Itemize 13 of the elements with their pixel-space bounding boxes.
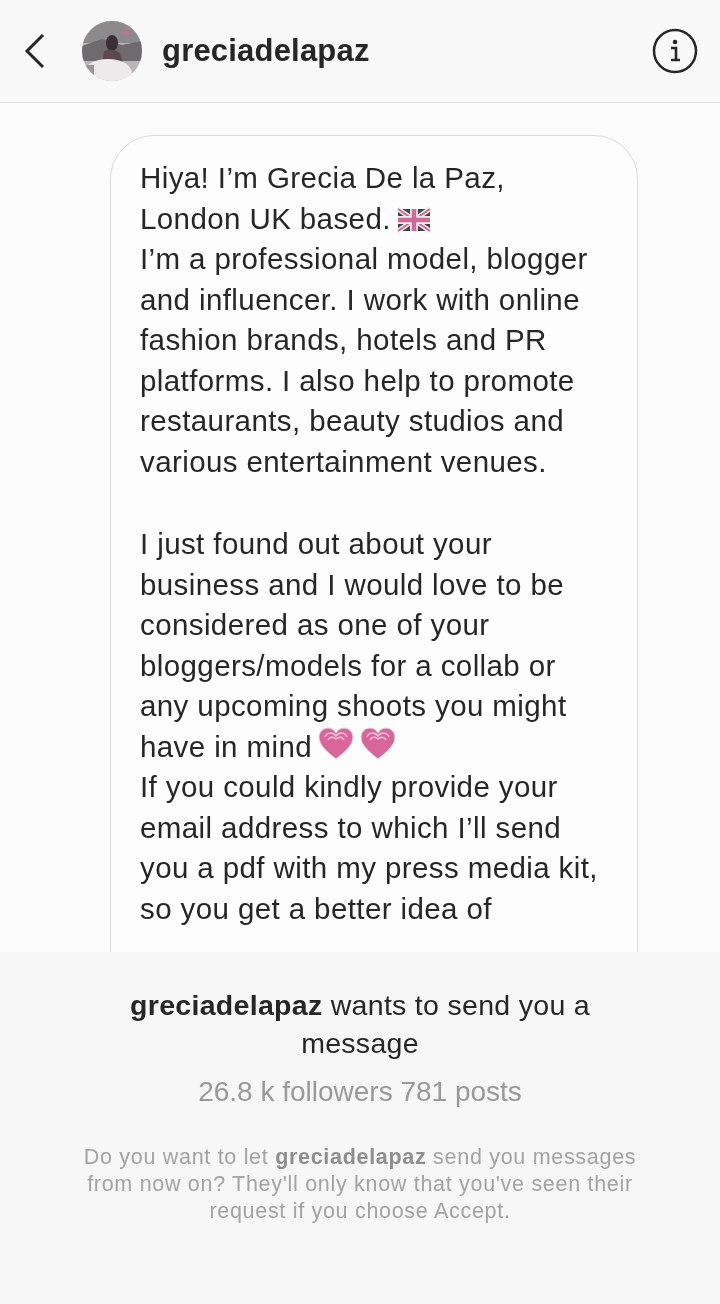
profile-stats: 26.8 k followers 781 posts [198, 1076, 522, 1108]
heart-icon [360, 726, 397, 761]
info-icon[interactable] [652, 28, 698, 74]
back-icon[interactable] [24, 33, 46, 69]
message-text: Hiya! I’m Grecia De la Paz, London UK based. [140, 160, 506, 237]
message-text: I’m a professional model, blogger and influencer. I work with online fashion brands, hotels and PR platforms. I also help to promote restaurants, beauty studios and various entertainment venues. [140, 241, 589, 480]
heart-icon [318, 726, 355, 761]
request-title: greciadelapaz wants to send you a message [129, 988, 591, 1061]
message-text: If you could kindly provide your email address to which I’ll send you a pdf with my press media kit, so you get a better idea of [140, 769, 599, 927]
flag-icon [396, 206, 431, 233]
request-notice: Do you want to let greciadelapaz send you messages from now on? They'll only know that you've seen their request if you choose Accept. [82, 1144, 638, 1225]
message-text: I just found out about your business and I would love to be considered as one of your bloggers/models for a collab or any upcoming shoots you might have in mind [140, 526, 568, 765]
username: greciadelapaz [162, 33, 371, 69]
